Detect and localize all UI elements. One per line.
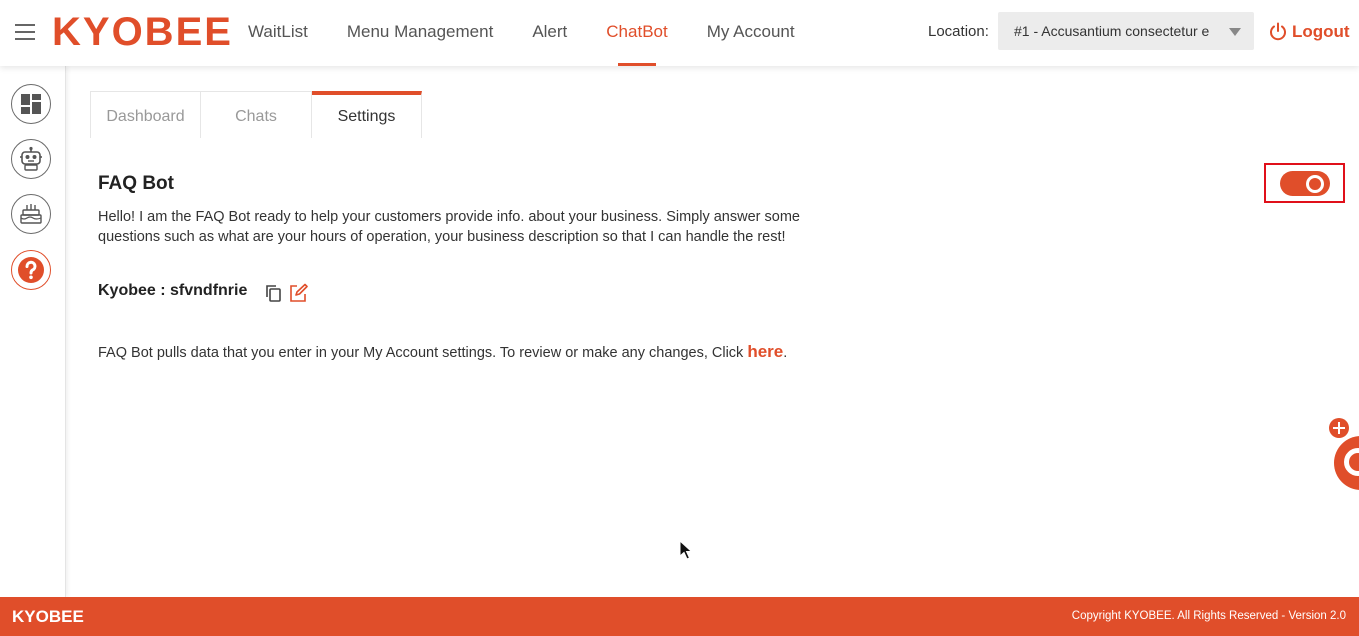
footer: KYOBEE Copyright KYOBEE. All Rights Rese…	[0, 597, 1359, 636]
nav-chatbot[interactable]: ChatBot	[606, 0, 668, 66]
copy-icon[interactable]	[265, 284, 282, 302]
chatbot-tabs: Dashboard Chats Settings	[90, 91, 422, 138]
left-sidebar	[0, 66, 66, 597]
nav-alert[interactable]: Alert	[532, 0, 567, 66]
tab-chats[interactable]: Chats	[201, 91, 312, 138]
tab-settings[interactable]: Settings	[312, 91, 422, 138]
sidebar-chatbot-button[interactable]	[11, 139, 51, 179]
toggle-knob	[1306, 174, 1324, 193]
power-icon	[1270, 22, 1286, 41]
location-select[interactable]: #1 - Accusantium consectetur e	[998, 12, 1254, 50]
faq-bot-toggle[interactable]	[1280, 171, 1330, 196]
widget-plus-icon[interactable]	[1329, 418, 1349, 438]
location-select-value: #1 - Accusantium consectetur e	[1014, 23, 1210, 39]
dashboard-icon	[21, 94, 41, 114]
help-icon	[18, 257, 44, 283]
note-suffix: .	[783, 345, 788, 361]
here-link[interactable]: here	[747, 342, 783, 361]
hamburger-menu-icon[interactable]	[15, 24, 35, 40]
faq-bot-description: Hello! I am the FAQ Bot ready to help yo…	[98, 209, 800, 245]
faq-bot-title: FAQ Bot	[98, 173, 174, 194]
note-text: FAQ Bot pulls data that you enter in you…	[98, 345, 748, 361]
faq-bot-toggle-highlight[interactable]	[1264, 163, 1345, 203]
faq-bot-note: FAQ Bot pulls data that you enter in you…	[98, 342, 787, 362]
mouse-cursor-icon	[679, 540, 693, 560]
sidebar-birthday-button[interactable]	[11, 194, 51, 234]
sidebar-help-button[interactable]	[11, 250, 51, 290]
footer-brand: KYOBEE	[12, 607, 84, 626]
bot-name-label: Kyobee : sfvndfnrie	[98, 282, 248, 299]
cake-icon	[20, 204, 42, 224]
chat-bubble-icon	[1344, 448, 1359, 476]
top-header: KYOBEE WaitList Menu Management Alert Ch…	[0, 0, 1359, 66]
kyobee-logo[interactable]: KYOBEE	[52, 10, 233, 55]
main-nav: WaitList Menu Management Alert ChatBot M…	[248, 0, 834, 66]
sidebar-dashboard-button[interactable]	[11, 84, 51, 124]
logout-label: Logout	[1292, 22, 1350, 41]
footer-copyright: Copyright KYOBEE. All Rights Reserved - …	[1071, 610, 1346, 622]
nav-my-account[interactable]: My Account	[707, 0, 795, 66]
nav-menu-management[interactable]: Menu Management	[347, 0, 493, 66]
chevron-down-icon	[1229, 28, 1241, 36]
robot-icon	[20, 146, 42, 171]
tab-dashboard[interactable]: Dashboard	[90, 91, 201, 138]
edit-icon[interactable]	[288, 283, 308, 303]
chat-widget-button[interactable]	[1334, 436, 1359, 490]
location-label: Location:	[928, 23, 989, 40]
nav-waitlist[interactable]: WaitList	[248, 0, 308, 66]
logout-button[interactable]: Logout	[1268, 21, 1350, 43]
